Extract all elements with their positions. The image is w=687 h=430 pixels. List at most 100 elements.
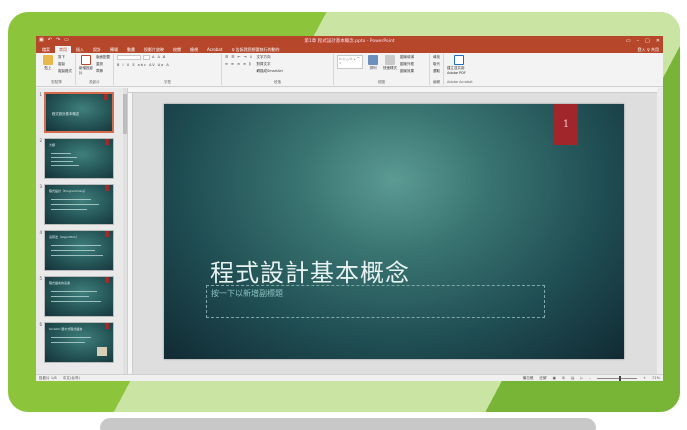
section-button[interactable]: 章節 bbox=[96, 69, 110, 74]
slide-thumbnail[interactable]: 程式設計基本概念 bbox=[44, 92, 114, 133]
current-slide[interactable]: 1 程式設計基本概念 按一下以新增副標題 bbox=[164, 104, 624, 359]
thumbnail-row[interactable]: 6 Scratch 積木式程式語言 bbox=[38, 322, 125, 363]
thumbnail-scrollbar[interactable] bbox=[123, 88, 127, 374]
font-format-buttons[interactable]: B I U S abc AV Aa A bbox=[117, 63, 218, 67]
zoom-level[interactable]: 71% bbox=[652, 376, 660, 380]
thumbnail-heading: Scratch 積木式程式語言 bbox=[49, 327, 83, 331]
tell-me-search[interactable]: ♀ 告訴我您想要執行的動作 bbox=[227, 46, 283, 53]
text-direction-button[interactable]: 文字方向 bbox=[257, 55, 283, 60]
thumbnail-text-line bbox=[51, 165, 79, 166]
select-button[interactable]: 選取 bbox=[433, 69, 440, 74]
slide-sorter-icon[interactable]: ⊞ bbox=[562, 376, 565, 380]
slide-title[interactable]: 程式設計基本概念 bbox=[210, 253, 410, 288]
cut-button[interactable]: 剪下 bbox=[58, 55, 72, 60]
find-button[interactable]: 尋找 bbox=[433, 55, 440, 60]
group-clipboard: 貼上 剪下 複製 複製格式 剪貼簿 bbox=[38, 54, 76, 85]
reading-view-icon[interactable]: ▤ bbox=[571, 376, 574, 380]
slide-scrollbar[interactable] bbox=[657, 88, 663, 374]
powerpoint-window: ▣ ↶ ↷ ▭ 第1章 程式設計基本概念.pptx - PowerPoint ▭… bbox=[36, 36, 663, 381]
align-buttons[interactable]: ≡ ≡ ≡ ≡ ⫼ bbox=[225, 62, 254, 67]
tab-home[interactable]: 常用 bbox=[55, 46, 71, 53]
slide-thumbnail[interactable]: 演算法（Algorithm） bbox=[44, 230, 114, 271]
zoom-out-icon[interactable]: – bbox=[589, 376, 591, 380]
tab-transitions[interactable]: 轉場 bbox=[106, 46, 122, 53]
shape-effects-button[interactable]: 圖案效果 bbox=[400, 69, 414, 74]
sign-in-link[interactable]: 登入 bbox=[638, 47, 646, 52]
slideshow-icon[interactable]: ▷ bbox=[580, 376, 583, 380]
thumbnail-text-line bbox=[51, 161, 73, 162]
tab-insert[interactable]: 插入 bbox=[72, 46, 88, 53]
slide-number: 1 bbox=[562, 119, 570, 130]
tab-file[interactable]: 檔案 bbox=[38, 46, 54, 53]
thumbnail-text-line bbox=[51, 157, 77, 158]
thumbnail-image bbox=[97, 347, 107, 356]
tab-design[interactable]: 設計 bbox=[89, 46, 105, 53]
thumbnail-text-line bbox=[51, 301, 101, 302]
grow-font-icon[interactable]: A A bbox=[152, 55, 161, 60]
zoom-slider-knob[interactable] bbox=[618, 375, 621, 381]
shape-outline-button[interactable]: 圖案外框 bbox=[400, 62, 414, 67]
group-label-editing: 編輯 bbox=[433, 80, 440, 84]
zoom-in-icon[interactable]: + bbox=[643, 376, 646, 380]
align-text-button[interactable]: 對齊文字 bbox=[257, 62, 283, 67]
thumbnail-row[interactable]: 2 大綱 bbox=[38, 138, 125, 179]
layout-button[interactable]: 版面配置 bbox=[96, 55, 110, 60]
group-slides: 新增投影片 版面配置 重設 章節 投影片 bbox=[76, 54, 114, 85]
thumbnail-text-line bbox=[51, 342, 85, 343]
notes-button[interactable]: 備忘稿 bbox=[523, 376, 534, 381]
thumbnail-row[interactable]: 1 程式設計基本概念 bbox=[38, 92, 125, 133]
group-font: A A A̸ B I U S abc AV Aa A 字型 bbox=[114, 54, 222, 85]
thumbnail-row[interactable]: 5 程式語言的演進 bbox=[38, 276, 125, 317]
tab-animations[interactable]: 動畫 bbox=[123, 46, 139, 53]
font-size-select[interactable] bbox=[143, 55, 150, 60]
reset-button[interactable]: 重設 bbox=[96, 62, 110, 67]
arrange-button[interactable]: 排列 bbox=[366, 55, 380, 80]
subtitle-placeholder-box[interactable]: 按一下以新增副標題 bbox=[206, 285, 545, 318]
group-drawing: ▭ ○ △ ⬠ ↘ ⌒ ☆ 排列 快速樣式 圖案填滿 圖案外框 圖案效果 繪圖 bbox=[334, 54, 430, 85]
create-pdf-button[interactable]: 建立並共用 Adobe PDF bbox=[447, 55, 471, 80]
thumbnail-text-line bbox=[51, 255, 103, 256]
normal-view-icon[interactable]: ▣ bbox=[553, 376, 556, 380]
slide-thumbnail[interactable]: Scratch 積木式程式語言 bbox=[44, 322, 114, 363]
shapes-gallery[interactable]: ▭ ○ △ ⬠ ↘ ⌒ ☆ bbox=[337, 55, 363, 69]
paste-button[interactable]: 貼上 bbox=[41, 55, 55, 80]
arrange-icon bbox=[368, 55, 378, 65]
list-buttons[interactable]: ☰ ☰ ⇤ ⇥ ↕ bbox=[225, 55, 254, 60]
comments-button[interactable]: 註解 bbox=[539, 376, 546, 381]
slide-thumbnail[interactable]: 程式設計（Programming） bbox=[44, 184, 114, 225]
slide-editing-area: 1 程式設計基本概念 按一下以新增副標題 bbox=[128, 88, 663, 374]
slide-thumbnail[interactable]: 大綱 bbox=[44, 138, 114, 179]
format-painter-button[interactable]: 複製格式 bbox=[58, 69, 72, 74]
group-label-clipboard: 剪貼簿 bbox=[51, 80, 62, 84]
tab-view[interactable]: 檢視 bbox=[186, 46, 202, 53]
thumbnail-text-line bbox=[51, 153, 71, 154]
shape-fill-button[interactable]: 圖案填滿 bbox=[400, 55, 414, 60]
group-acrobat: 建立並共用 Adobe PDF Adobe Acrobat bbox=[444, 54, 476, 85]
group-editing: 尋找 取代 選取 編輯 bbox=[430, 54, 444, 85]
horizontal-ruler bbox=[128, 88, 657, 93]
title-bar: ▣ ↶ ↷ ▭ 第1章 程式設計基本概念.pptx - PowerPoint ▭… bbox=[36, 36, 663, 45]
ribbon: 貼上 剪下 複製 複製格式 剪貼簿 新增投影片 版面配置 重設 章節 投影片 A… bbox=[36, 53, 663, 87]
zoom-slider[interactable] bbox=[596, 375, 637, 381]
thumbnail-row[interactable]: 3 程式設計（Programming） bbox=[38, 184, 125, 225]
status-bar: 投影片 1/6 中文(台灣) 備忘稿 註解 ▣ ⊞ ▤ ▷ – + 71% bbox=[36, 374, 663, 381]
copy-button[interactable]: 複製 bbox=[58, 62, 72, 67]
slide-thumbnail[interactable]: 程式語言的演進 bbox=[44, 276, 114, 317]
clear-format-icon[interactable]: A̸ bbox=[163, 55, 166, 60]
ribbon-tabs: 檔案 常用 插入 設計 轉場 動畫 投影片放映 校閱 檢視 Acrobat ♀ … bbox=[36, 45, 663, 53]
replace-button[interactable]: 取代 bbox=[433, 62, 440, 67]
tab-slideshow[interactable]: 投影片放映 bbox=[140, 46, 168, 53]
group-label-font: 字型 bbox=[164, 80, 171, 84]
quick-styles-button[interactable]: 快速樣式 bbox=[383, 55, 397, 80]
tab-review[interactable]: 校閱 bbox=[169, 46, 185, 53]
new-slide-button[interactable]: 新增投影片 bbox=[79, 55, 93, 80]
share-button[interactable]: ♀ 共用 bbox=[647, 47, 659, 52]
slide-number-box: 1 bbox=[554, 104, 578, 145]
font-name-select[interactable] bbox=[117, 55, 141, 60]
thumbnail-row[interactable]: 4 演算法（Algorithm） bbox=[38, 230, 125, 271]
convert-smartart-button[interactable]: 轉換成SmartArt bbox=[257, 69, 283, 74]
paste-icon bbox=[43, 55, 53, 65]
tab-acrobat[interactable]: Acrobat bbox=[203, 46, 226, 53]
language-indicator[interactable]: 中文(台灣) bbox=[63, 376, 80, 381]
scrollbar-thumb[interactable] bbox=[123, 94, 127, 134]
